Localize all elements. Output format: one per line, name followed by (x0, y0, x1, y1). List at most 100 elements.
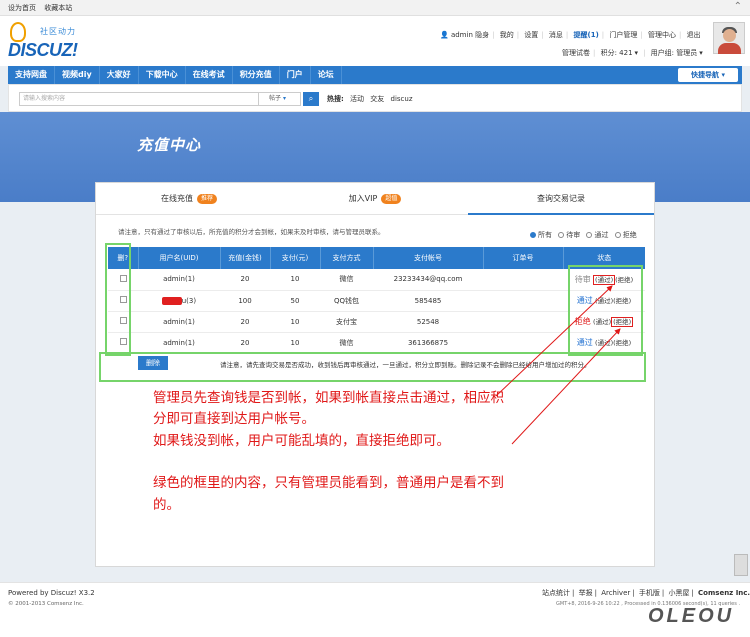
messages-link[interactable]: 消息 (549, 31, 563, 39)
search-button[interactable]: ⌕ (303, 92, 319, 106)
hot-search: 热搜: 活动 交友 discuz (327, 94, 413, 104)
footer-links: 站点统计 | 举报 | Archiver | 手机版 | 小黑屋 | Comsenz In… (542, 589, 750, 597)
radio-passed[interactable] (586, 232, 593, 238)
cell-amount: 20 (220, 311, 270, 333)
table-row: admin(1) 20 10 微信 361366875 通过 (通过)(拒绝) (108, 332, 645, 354)
copyright: © 2001-2013 Comsenz Inc. (8, 601, 84, 607)
tab-bar: 在线充值 推荐 加入VIP 超值 查询交易记录 (96, 183, 654, 215)
collapse-icon[interactable]: ⌃ (734, 1, 742, 12)
table-header: 删? 用户名(UID) 充值(金钱) 支付(元) 支付方式 支付帐号 订单号 状… (108, 247, 645, 269)
records-table: 删? 用户名(UID) 充值(金钱) 支付(元) 支付方式 支付帐号 订单号 状… (108, 247, 645, 354)
hot-item[interactable]: 交友 (370, 95, 384, 103)
nav-item-portal[interactable]: 门户 (280, 66, 311, 84)
hot-item[interactable]: discuz (391, 95, 413, 103)
annotation-line: 分即可直接到达用户帐号。 (153, 411, 315, 427)
radio-rejected[interactable] (614, 232, 621, 238)
col-amount: 充值(金钱) (220, 247, 271, 269)
search-type-select[interactable]: 帖子 ▾ (259, 92, 301, 106)
cell-account: 52548 (373, 311, 483, 333)
hot-item[interactable]: 活动 (350, 95, 364, 103)
footer-link[interactable]: 手机版 (639, 589, 660, 597)
top-bar: 设为首页 收藏本站 ⌃ (0, 0, 750, 16)
status-filter: 所有 待审 通过 拒绝 (526, 230, 637, 240)
footer-link[interactable]: Archiver (601, 589, 630, 597)
usergroup-link[interactable]: 用户组: 管理员 (651, 49, 698, 57)
annotation-line: 管理员先查询钱是否到帐，如果到帐直接点击通过，相应积 (153, 390, 504, 406)
cell-account: 361366875 (373, 332, 483, 354)
cell-pay: 10 (270, 332, 320, 354)
cell-pay: 10 (270, 311, 320, 333)
nav-item-hello[interactable]: 大家好 (100, 66, 139, 84)
settings-link[interactable]: 设置 (524, 31, 538, 39)
col-method: 支付方式 (320, 247, 374, 269)
footer-link[interactable]: 小黑屋 (668, 589, 689, 597)
nav-item-forum[interactable]: 论坛 (311, 66, 342, 84)
redaction: ▬▬▬ (161, 296, 182, 305)
cell-order (483, 269, 563, 291)
tab-online-recharge[interactable]: 在线充值 推荐 (96, 183, 282, 215)
mine-link[interactable]: 我的 (500, 31, 514, 39)
cell-pay: 50 (270, 290, 320, 312)
tab-join-vip[interactable]: 加入VIP 超值 (282, 183, 468, 215)
cell-method: 支付宝 (320, 311, 373, 333)
cell-order (483, 311, 563, 333)
watermark: OLEOU (648, 605, 735, 627)
logo-brand: DISCUZ! (8, 40, 78, 60)
cell-amount: 100 (220, 290, 270, 312)
footer: Powered by Discuz! X3.2 © 2001-2013 Coms… (0, 582, 750, 637)
scroll-top-button[interactable] (734, 554, 748, 576)
quick-nav-button[interactable]: 快捷导航 ▾ (678, 68, 738, 82)
mode-link[interactable]: 管理试卷 (562, 49, 590, 57)
logo-slogan: 社区动力 (40, 27, 76, 36)
nav-item-recharge[interactable]: 积分充值 (233, 66, 280, 84)
highlight-bulk-row (99, 352, 646, 382)
user-links: 👤 admin 隐身 | 我的 | 设置 | 消息 | 提醒(1) | 门户管理 | 管理中… (440, 31, 701, 39)
cell-order (483, 332, 563, 354)
annotation-line: 绿色的框里的内容，只有管理员能看到，普通用户是看不到 (153, 475, 504, 491)
username-link[interactable]: admin (451, 31, 473, 39)
main-nav: 支持网盘 视频diy 大家好 下载中心 在线考试 积分充值 门户 论坛 快捷导航… (8, 66, 742, 84)
page-title: 充值中心 (137, 136, 202, 154)
tab-records[interactable]: 查询交易记录 (468, 183, 654, 215)
search-input[interactable]: 请输入搜索内容 (19, 92, 259, 106)
cell-user: admin(1) (138, 311, 220, 333)
credits-link[interactable]: 积分: 421 (601, 49, 633, 57)
bookmark-link[interactable]: 收藏本站 (44, 4, 72, 12)
table-row: admin(1) 20 10 支付宝 52548 拒绝 (通过) (拒绝) (108, 311, 645, 333)
nav-item-netdisk[interactable]: 支持网盘 (8, 66, 55, 84)
set-home-link[interactable]: 设为首页 (8, 4, 36, 12)
nav-item-download[interactable]: 下载中心 (139, 66, 186, 84)
search-bar: 请输入搜索内容 帖子 ▾ ⌕ 热搜: 活动 交友 discuz (8, 84, 742, 112)
invisible-link[interactable]: 隐身 (475, 31, 489, 39)
cell-amount: 20 (220, 269, 270, 291)
footer-link[interactable]: Comsenz Inc. (698, 589, 750, 597)
cell-account: 585485 (373, 290, 483, 312)
avatar[interactable] (713, 22, 745, 54)
hot-label: 热搜: (327, 95, 344, 103)
footer-link[interactable]: 站点统计 (542, 589, 570, 597)
nav-item-exam[interactable]: 在线考试 (186, 66, 233, 84)
cell-account: 23233434@qq.com (373, 269, 483, 291)
cell-user: admin(1) (138, 332, 220, 354)
user-info: 管理试卷 | 积分: 421 ▾ | 用户组: 管理员 ▾ (562, 49, 703, 57)
radio-all[interactable] (530, 232, 536, 238)
user-icon: 👤 (440, 31, 449, 39)
cell-user: ▬▬▬u(3) (138, 290, 220, 312)
admin-center-link[interactable]: 管理中心 (648, 31, 676, 39)
header: 社区动力 DISCUZ! 👤 admin 隐身 | 我的 | 设置 | 消息 | 提醒(… (0, 16, 750, 66)
reminder-link[interactable]: 提醒(1) (574, 31, 599, 39)
portal-mgmt-link[interactable]: 门户管理 (609, 31, 637, 39)
cell-method: QQ钱包 (320, 290, 373, 312)
radio-pending[interactable] (558, 232, 565, 238)
table-row: ▬▬▬u(3) 100 50 QQ钱包 585485 通过 (通过)(拒绝) (108, 290, 645, 312)
logout-link[interactable]: 退出 (687, 31, 701, 39)
cell-method: 微信 (320, 269, 373, 291)
nav-item-video[interactable]: 视频diy (55, 66, 100, 84)
site-logo[interactable]: 社区动力 DISCUZ! (8, 22, 98, 62)
annotation-line: 如果钱没到帐，用户可能乱填的，直接拒绝即可。 (153, 433, 450, 449)
highlight-delete-column (105, 243, 131, 356)
cell-pay: 10 (270, 269, 320, 291)
footer-link[interactable]: 举报 (579, 589, 593, 597)
search-icon: ⌕ (308, 94, 314, 103)
cell-order (483, 290, 563, 312)
